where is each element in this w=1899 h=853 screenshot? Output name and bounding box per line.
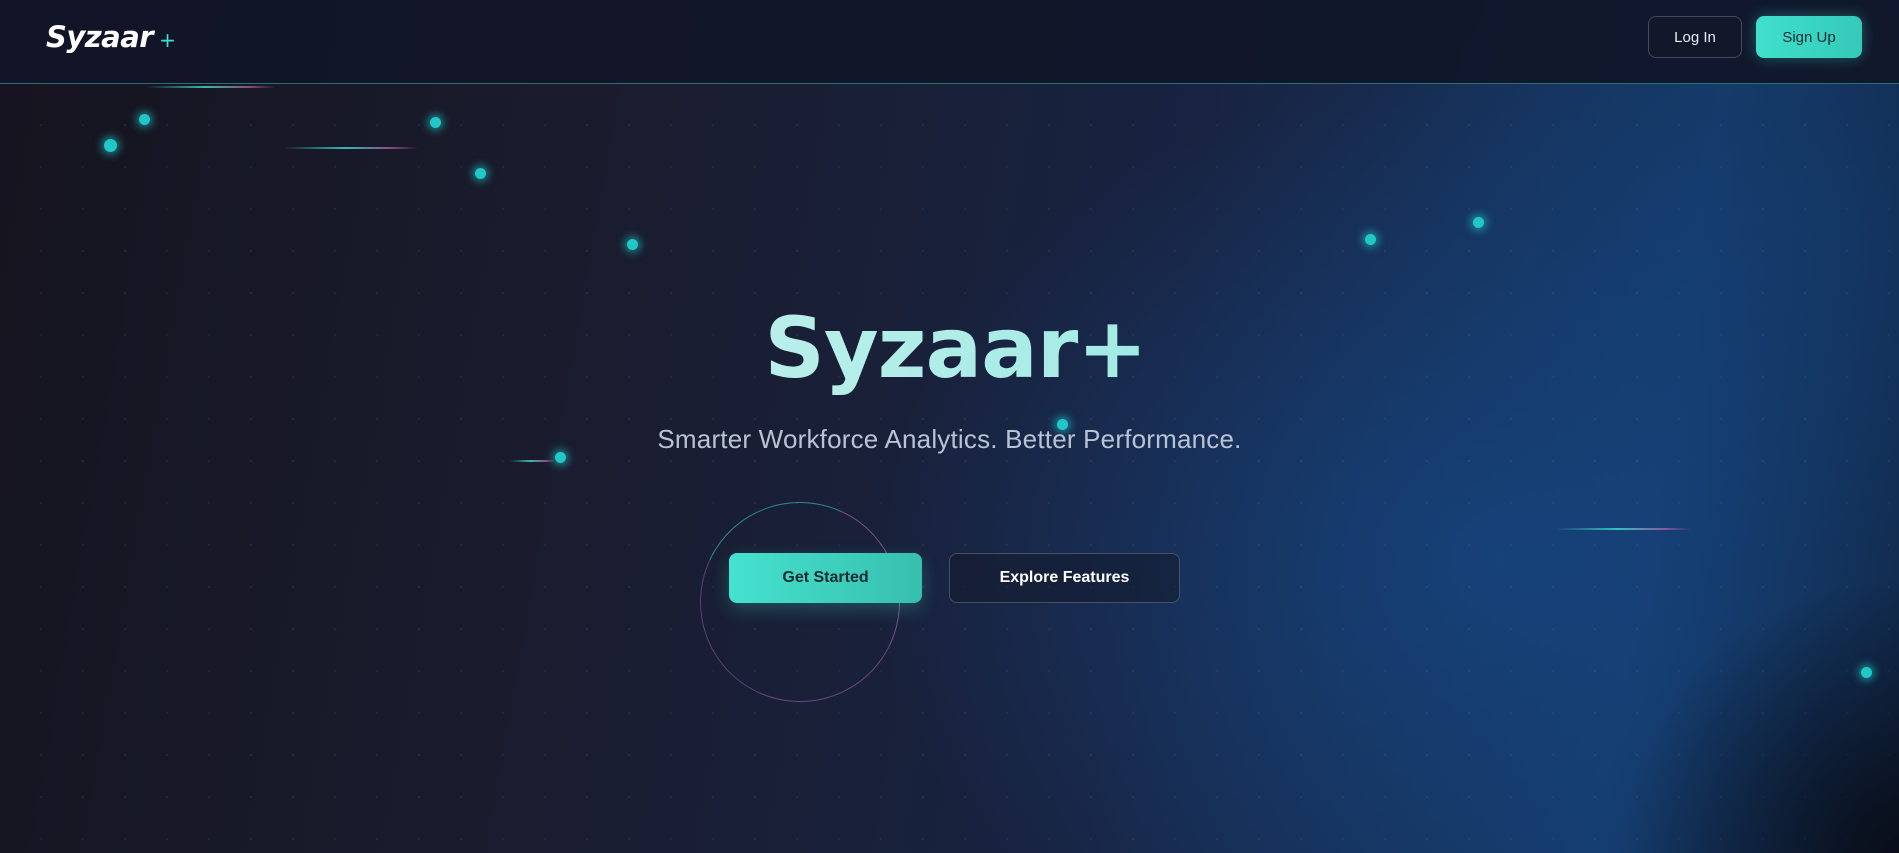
light-streak bbox=[283, 147, 418, 149]
top-navbar: Syzaar + Log In Sign Up bbox=[0, 0, 1899, 84]
glow-particle bbox=[627, 239, 638, 250]
explore-features-button[interactable]: Explore Features bbox=[949, 553, 1180, 603]
light-streak bbox=[1556, 528, 1691, 530]
glow-particle bbox=[1473, 217, 1484, 228]
brand-logo[interactable]: Syzaar + bbox=[46, 20, 176, 54]
get-started-button[interactable]: Get Started bbox=[729, 553, 922, 603]
light-streak bbox=[510, 460, 555, 462]
hero-title: Syzaar+ bbox=[6, 298, 1899, 398]
login-button[interactable]: Log In bbox=[1648, 16, 1742, 58]
glow-particle bbox=[139, 114, 150, 125]
logo-text: Syzaar bbox=[46, 20, 154, 54]
logo-plus-icon: + bbox=[159, 28, 176, 52]
glow-particle bbox=[430, 117, 441, 128]
hero-subtitle: Smarter Workforce Analytics. Better Perf… bbox=[657, 424, 1242, 454]
glow-particle bbox=[475, 168, 486, 179]
glow-particle bbox=[1861, 667, 1872, 678]
landing-page: Syzaar + Log In Sign Up Syzaar+ Smarter … bbox=[0, 0, 1899, 853]
glow-particle bbox=[1365, 234, 1376, 245]
light-streak bbox=[146, 86, 276, 88]
corner-shadow bbox=[1599, 553, 1899, 853]
glow-particle bbox=[104, 139, 117, 152]
signup-button[interactable]: Sign Up bbox=[1756, 16, 1862, 58]
